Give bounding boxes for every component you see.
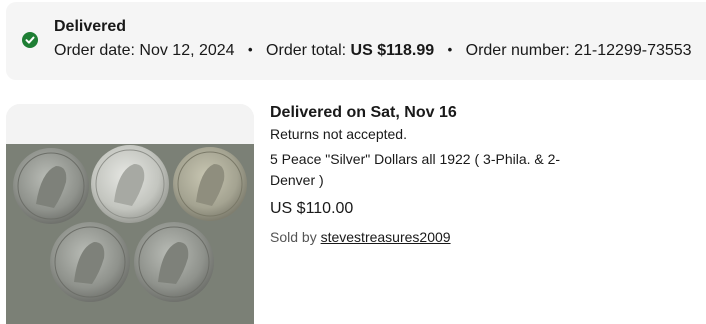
delivery-status-heading: Delivered on Sat, Nov 16 [270,104,457,121]
separator-dot: • [248,42,253,57]
returns-policy-text: Returns not accepted. [270,126,407,142]
order-total-value: US $118.99 [350,42,435,59]
order-status-banner: Delivered Order date: Nov 12, 2024 • Ord… [6,2,706,80]
sold-by-label: Sold by [270,229,317,245]
check-circle-icon [22,32,38,48]
order-number-label: Order number: [465,42,570,59]
order-number-value: 21-12299-73553 [574,42,692,59]
seller-link[interactable]: stevestreasures2009 [321,229,451,245]
order-meta-line: Order date: Nov 12, 2024 • Order total: … [54,42,692,60]
separator-dot: • [447,42,453,57]
order-total-label: Order total: [266,42,347,59]
seller-line: Sold by stevestreasures2009 [270,227,700,247]
order-date-label: Order date: [54,42,135,59]
order-date-value: Nov 12, 2024 [139,42,235,59]
item-price: US $110.00 [270,200,354,217]
item-title-link[interactable]: 5 Peace "Silver" Dollars all 1922 ( 3-Ph… [270,149,580,191]
item-details: Delivered on Sat, Nov 16 Returns not acc… [270,103,700,247]
order-status-title: Delivered [54,18,127,35]
item-image[interactable] [6,104,254,324]
coins-photo-icon [6,104,254,324]
